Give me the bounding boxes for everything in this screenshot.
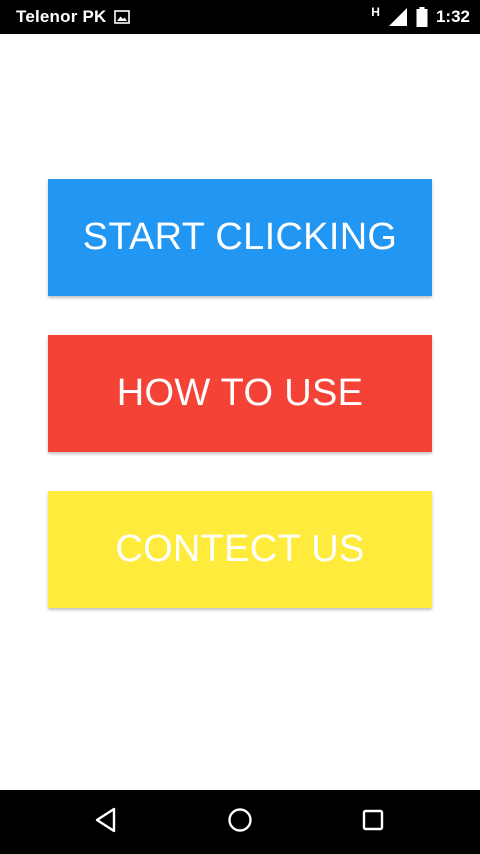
carrier-name: Telenor PK [16, 7, 107, 26]
network-type: H [371, 5, 380, 19]
start-clicking-button[interactable]: START CLICKING [48, 179, 432, 296]
status-left: Telenor PK [16, 7, 131, 27]
app-screen: Telenor PK H 1:32 START CLICKING HOW TO … [0, 0, 480, 854]
recents-button[interactable] [341, 802, 405, 842]
contact-us-button[interactable]: CONTECT US [48, 491, 432, 608]
signal-icon [388, 7, 408, 27]
battery-icon [416, 7, 428, 27]
navigation-bar [0, 790, 480, 854]
recents-icon [361, 808, 385, 837]
home-icon [227, 807, 253, 838]
how-to-use-button[interactable]: HOW TO USE [48, 335, 432, 452]
home-button[interactable] [208, 802, 272, 842]
status-right: H 1:32 [371, 5, 470, 27]
image-notification-icon [114, 10, 131, 24]
status-bar: Telenor PK H 1:32 [0, 0, 480, 34]
back-button[interactable] [74, 802, 138, 842]
clock: 1:32 [435, 7, 470, 26]
back-icon [94, 807, 118, 838]
